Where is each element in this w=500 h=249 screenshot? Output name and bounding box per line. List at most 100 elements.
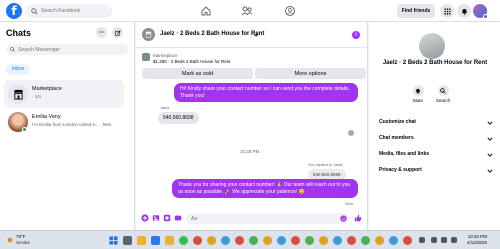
chrome-icon[interactable] xyxy=(333,236,342,245)
app-icon[interactable] xyxy=(165,236,174,245)
listing-price[interactable]: $1,250 · 2 Beds 2 Bath House for Rent xyxy=(153,59,231,64)
customize-chat-row[interactable]: Customize chat xyxy=(379,119,493,129)
chat-item-emilia-veny[interactable]: Emilia Veny I'm Emilia from London unite… xyxy=(4,108,124,136)
listing-thumbnail[interactable] xyxy=(142,53,150,61)
search-action[interactable]: Search xyxy=(432,85,454,103)
chat-details-panel: Jaelz · 2 Beds 2 Bath House for Rent Mut… xyxy=(369,22,500,230)
mute-label: Mute xyxy=(412,98,423,103)
home-icon[interactable] xyxy=(200,5,212,17)
incoming-message[interactable]: 540.560.8698 xyxy=(158,112,199,124)
sent-status: Sent xyxy=(345,201,354,206)
mark-as-sold-button[interactable]: Mark as sold xyxy=(142,68,253,79)
message-thread[interactable]: Hi! Kindly share your contact number so … xyxy=(136,83,368,225)
messenger-search-input[interactable] xyxy=(18,46,118,53)
chats-panel: Chats ··· Inbox Marketplace · 1m Emilia … xyxy=(0,22,135,230)
facebook-logo[interactable]: f xyxy=(6,3,22,19)
chrome-icon[interactable] xyxy=(403,236,412,245)
notifications-button[interactable] xyxy=(457,4,471,18)
account-menu-indicator xyxy=(483,14,488,19)
chevron-down-icon xyxy=(487,153,493,157)
chrome-icon[interactable] xyxy=(291,236,300,245)
conversation-panel: Jaelz · 2 Beds 2 Bath House for Rent i M… xyxy=(136,22,368,230)
chats-title: Chats xyxy=(6,28,32,38)
message-input[interactable] xyxy=(191,215,331,222)
chrome-icon[interactable] xyxy=(375,236,384,245)
seen-avatar xyxy=(348,130,354,136)
conversation-avatar[interactable] xyxy=(142,28,155,41)
facebook-search-box[interactable] xyxy=(26,4,112,18)
conversation-header: Jaelz · 2 Beds 2 Bath House for Rent i xyxy=(136,22,368,48)
weather-temp: 79°F xyxy=(16,234,26,239)
message-timestamp: 10:38 PM xyxy=(240,149,260,154)
bell-icon xyxy=(416,88,420,94)
chat-item-name: Marketplace xyxy=(32,86,62,92)
menu-button[interactable] xyxy=(440,4,454,18)
friends-icon[interactable] xyxy=(241,5,253,17)
image-icon[interactable] xyxy=(152,214,160,222)
row-label: Customize chat xyxy=(379,119,416,125)
chats-options-button[interactable]: ··· xyxy=(96,27,107,38)
chrome-icon[interactable] xyxy=(193,236,202,245)
outgoing-message[interactable]: Thank you for sharing your contact numbe… xyxy=(172,179,358,198)
facebook-top-bar: f Find friends xyxy=(0,0,500,22)
plus-circle-icon[interactable] xyxy=(141,214,149,222)
emoji-icon[interactable] xyxy=(340,215,347,222)
chat-item-preview: I'm Emilia from London united k... · 58m xyxy=(32,122,112,127)
details-title: Jaelz · 2 Beds 2 Bath House for Rent xyxy=(382,60,488,66)
file-explorer-icon[interactable] xyxy=(137,236,146,245)
chrome-icon[interactable] xyxy=(277,236,286,245)
taskbar-clock[interactable]: 10:40 PM 4/12/2025 xyxy=(467,234,487,246)
volume-icon[interactable] xyxy=(441,237,447,243)
chrome-icon[interactable] xyxy=(263,236,272,245)
message-input-box[interactable] xyxy=(186,213,348,224)
new-message-button[interactable] xyxy=(112,27,123,38)
weather-condition: Smoke xyxy=(16,240,31,245)
chevron-down-icon[interactable] xyxy=(253,32,259,38)
privacy-support-row[interactable]: Privacy & support xyxy=(379,167,493,177)
conversation-info-icon[interactable]: i xyxy=(352,31,360,39)
task-view-icon[interactable] xyxy=(123,236,132,245)
chrome-icon[interactable] xyxy=(319,236,328,245)
chat-item-preview: · 1m xyxy=(32,94,41,99)
online-status-indicator xyxy=(22,127,27,132)
chat-item-name: Emilia Veny xyxy=(32,114,61,120)
listing-avatar xyxy=(419,33,445,59)
whatsapp-icon[interactable] xyxy=(179,236,188,245)
outgoing-message[interactable]: Hi! Kindly share your contact number so … xyxy=(174,83,358,102)
battery-icon[interactable] xyxy=(451,237,457,243)
gif-icon[interactable] xyxy=(174,214,182,222)
sender-name: Jaelz xyxy=(160,105,170,110)
chrome-icon[interactable] xyxy=(389,236,398,245)
thumbs-up-icon[interactable] xyxy=(354,214,362,222)
chrome-icon[interactable] xyxy=(361,236,370,245)
conversation-title[interactable]: Jaelz · 2 Beds 2 Bath House for Rent xyxy=(160,31,264,37)
chevron-down-icon xyxy=(487,169,493,173)
messenger-search-box[interactable] xyxy=(6,44,128,55)
media-files-links-row[interactable]: Media, files and links xyxy=(379,151,493,161)
chrome-icon[interactable] xyxy=(347,236,356,245)
edge-icon[interactable] xyxy=(151,236,160,245)
find-friends-button[interactable]: Find friends xyxy=(397,4,435,18)
chat-item-marketplace[interactable]: Marketplace · 1m xyxy=(4,80,124,108)
chrome-icon[interactable] xyxy=(221,236,230,245)
facebook-search-input[interactable] xyxy=(41,8,111,14)
chat-members-row[interactable]: Chat members xyxy=(379,135,493,145)
sticker-icon[interactable] xyxy=(163,214,171,222)
grid-menu-icon xyxy=(443,7,451,15)
chrome-icon[interactable] xyxy=(305,236,314,245)
chrome-icon[interactable] xyxy=(235,236,244,245)
marketplace-store-icon xyxy=(145,31,152,38)
marketplace-avatar xyxy=(8,84,28,104)
tray-chevron-icon[interactable] xyxy=(419,237,425,243)
groups-icon[interactable] xyxy=(284,5,296,17)
chrome-icon[interactable] xyxy=(207,236,216,245)
wifi-icon[interactable] xyxy=(431,237,437,243)
more-options-button[interactable]: More options xyxy=(255,68,366,79)
inbox-tab[interactable]: Inbox xyxy=(6,64,31,75)
profile-avatar[interactable] xyxy=(473,4,488,19)
search-label: Search xyxy=(435,98,451,103)
mute-action[interactable]: Mute xyxy=(407,85,429,103)
windows-start-icon[interactable] xyxy=(109,236,118,245)
message-composer xyxy=(136,208,368,230)
chrome-icon[interactable] xyxy=(249,236,258,245)
